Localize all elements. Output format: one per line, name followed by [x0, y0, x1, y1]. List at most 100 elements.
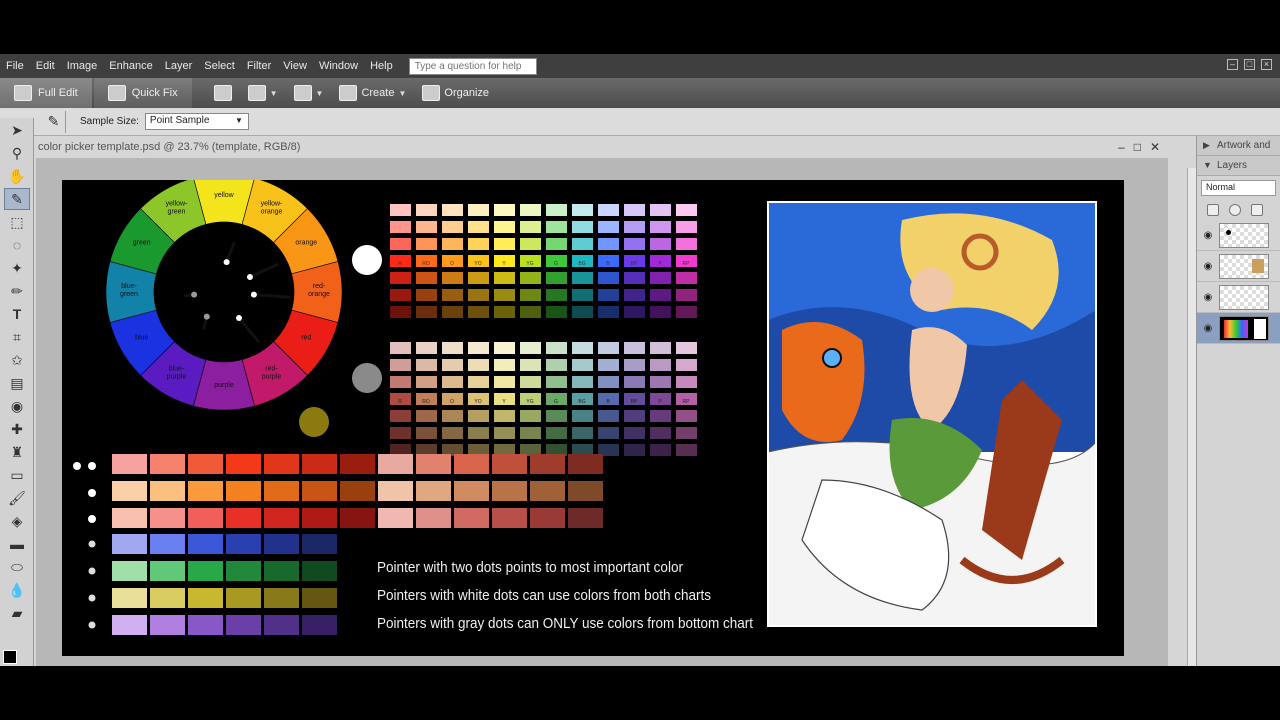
menu-edit[interactable]: Edit [30, 54, 61, 78]
wheel-label: yellow-orange [261, 201, 283, 216]
menu-image[interactable]: Image [61, 54, 104, 78]
eyedropper-icon[interactable]: ✎ [42, 110, 66, 133]
hand-tool-icon[interactable]: ✋ [4, 165, 30, 187]
blend-mode-select[interactable]: Normal [1201, 180, 1276, 196]
minimize-icon[interactable]: – [1118, 140, 1125, 154]
brush-tool-icon[interactable]: 🖌 [4, 487, 30, 509]
eraser-tool-icon[interactable]: ▭ [4, 464, 30, 486]
menu-layer[interactable]: Layer [159, 54, 199, 78]
row-dot [88, 489, 96, 497]
canvas[interactable]: yellow yellow-orange orange red-orange red re… [62, 173, 1124, 656]
sponge-tool-icon[interactable]: ▰ [4, 602, 30, 624]
skin-swatch [340, 481, 375, 501]
maximize-icon[interactable]: □ [1244, 59, 1255, 70]
swatch-code: YG [526, 399, 533, 405]
print-button[interactable] [206, 78, 240, 108]
crop-tool-icon[interactable]: ⌗ [4, 326, 30, 348]
layer-row[interactable]: ◉ [1197, 220, 1280, 251]
shape-tool-icon[interactable]: ⬭ [4, 556, 30, 578]
skin-swatch [416, 481, 451, 501]
top-chart-swatch [598, 272, 619, 284]
menu-view[interactable]: View [277, 54, 313, 78]
artwork-panel-header[interactable]: ▶ Artwork and [1197, 136, 1280, 156]
top-chart-swatch [650, 272, 671, 284]
wheel-label-line: yellow [214, 192, 234, 199]
magic-wand-tool-icon[interactable]: ✦ [4, 257, 30, 279]
layer-row[interactable]: ◉ [1197, 251, 1280, 282]
help-search-input[interactable] [408, 57, 537, 75]
marquee-tool-icon[interactable]: ⬚ [4, 211, 30, 233]
menu-help[interactable]: Help [364, 54, 399, 78]
bottom-chart-swatch [572, 410, 593, 422]
clone-stamp-tool-icon[interactable]: ♜ [4, 441, 30, 463]
top-chart-swatch [416, 238, 437, 250]
pencil-tool-icon[interactable]: ✏ [4, 280, 30, 302]
document-window-controls: – □ ✕ [1118, 140, 1160, 154]
layers-panel-header[interactable]: ▼ Layers [1197, 156, 1280, 176]
menu-select[interactable]: Select [198, 54, 241, 78]
artwork-panel-title: Artwork and [1217, 140, 1271, 151]
eyedropper-tool-icon[interactable]: ✎ [4, 188, 30, 210]
full-edit-tab[interactable]: Full Edit [0, 78, 92, 108]
trash-icon[interactable] [1251, 204, 1263, 216]
menu-enhance[interactable]: Enhance [103, 54, 158, 78]
bottom-chart-swatch [442, 410, 463, 422]
menu-file[interactable]: File [0, 54, 30, 78]
top-chart-swatch [546, 306, 567, 318]
zoom-tool-icon[interactable]: ⚲ [4, 142, 30, 164]
cool-swatch [264, 588, 299, 608]
cool-swatch [150, 534, 185, 554]
eye-icon[interactable]: ◉ [1197, 230, 1219, 241]
healing-tool-icon[interactable]: ✚ [4, 418, 30, 440]
menu-filter[interactable]: Filter [241, 54, 277, 78]
layer-thumbnail [1219, 222, 1269, 248]
organize-button[interactable]: Organize [414, 78, 497, 108]
lasso-tool-icon[interactable]: ◌ [4, 234, 30, 256]
red-eye-tool-icon[interactable]: ◉ [4, 395, 30, 417]
bottom-chart-swatch [416, 376, 437, 388]
gradient-tool-icon[interactable]: ▬ [4, 533, 30, 555]
chevron-right-icon: ▶ [1203, 140, 1210, 150]
order-prints-button[interactable]: ▼ [286, 78, 332, 108]
close-icon[interactable]: ✕ [1150, 140, 1160, 154]
swatch-code: YG [526, 261, 533, 267]
top-chart-swatch [598, 289, 619, 301]
skin-swatch [568, 481, 603, 501]
share-button[interactable]: ▼ [240, 78, 286, 108]
bottom-chart-swatch [546, 410, 567, 422]
cool-swatch [226, 561, 261, 581]
cool-swatch [112, 588, 147, 608]
cookie-cutter-tool-icon[interactable]: ✩ [4, 349, 30, 371]
quick-fix-tab[interactable]: Quick Fix [93, 78, 192, 108]
top-chart-swatch [546, 221, 567, 233]
menu-window[interactable]: Window [313, 54, 364, 78]
layer-row[interactable]: ◉ [1197, 313, 1280, 344]
close-icon[interactable]: × [1261, 59, 1272, 70]
layer-row[interactable]: ◉ [1197, 282, 1280, 313]
bottom-chart-swatch [676, 359, 697, 371]
new-layer-icon[interactable] [1207, 204, 1219, 216]
top-chart-swatch [468, 306, 489, 318]
type-tool-icon[interactable]: T [4, 303, 30, 325]
top-chart-swatch [442, 272, 463, 284]
bottom-chart-swatch [676, 444, 697, 456]
skin-swatch [492, 481, 527, 501]
bottom-chart-swatch [624, 376, 645, 388]
eye-icon[interactable]: ◉ [1197, 292, 1219, 303]
move-tool-icon[interactable]: ➤ [4, 119, 30, 141]
sample-size-select[interactable]: Point Sample ▼ [144, 113, 249, 130]
swatch-code: BP [631, 399, 638, 405]
minimize-icon[interactable]: – [1227, 59, 1238, 70]
eye-icon[interactable]: ◉ [1197, 261, 1219, 272]
paint-bucket-tool-icon[interactable]: ◈ [4, 510, 30, 532]
layers-panel-title: Layers [1217, 160, 1248, 171]
straighten-tool-icon[interactable]: ▤ [4, 372, 30, 394]
restore-icon[interactable]: □ [1134, 140, 1141, 154]
foreground-color-swatch[interactable] [3, 650, 23, 666]
bottom-chart-swatch [468, 376, 489, 388]
adjustment-layer-icon[interactable] [1229, 204, 1241, 216]
create-button[interactable]: Create ▼ [331, 78, 414, 108]
top-chart-swatch [572, 221, 593, 233]
blur-tool-icon[interactable]: 💧 [4, 579, 30, 601]
eye-icon[interactable]: ◉ [1197, 323, 1219, 334]
